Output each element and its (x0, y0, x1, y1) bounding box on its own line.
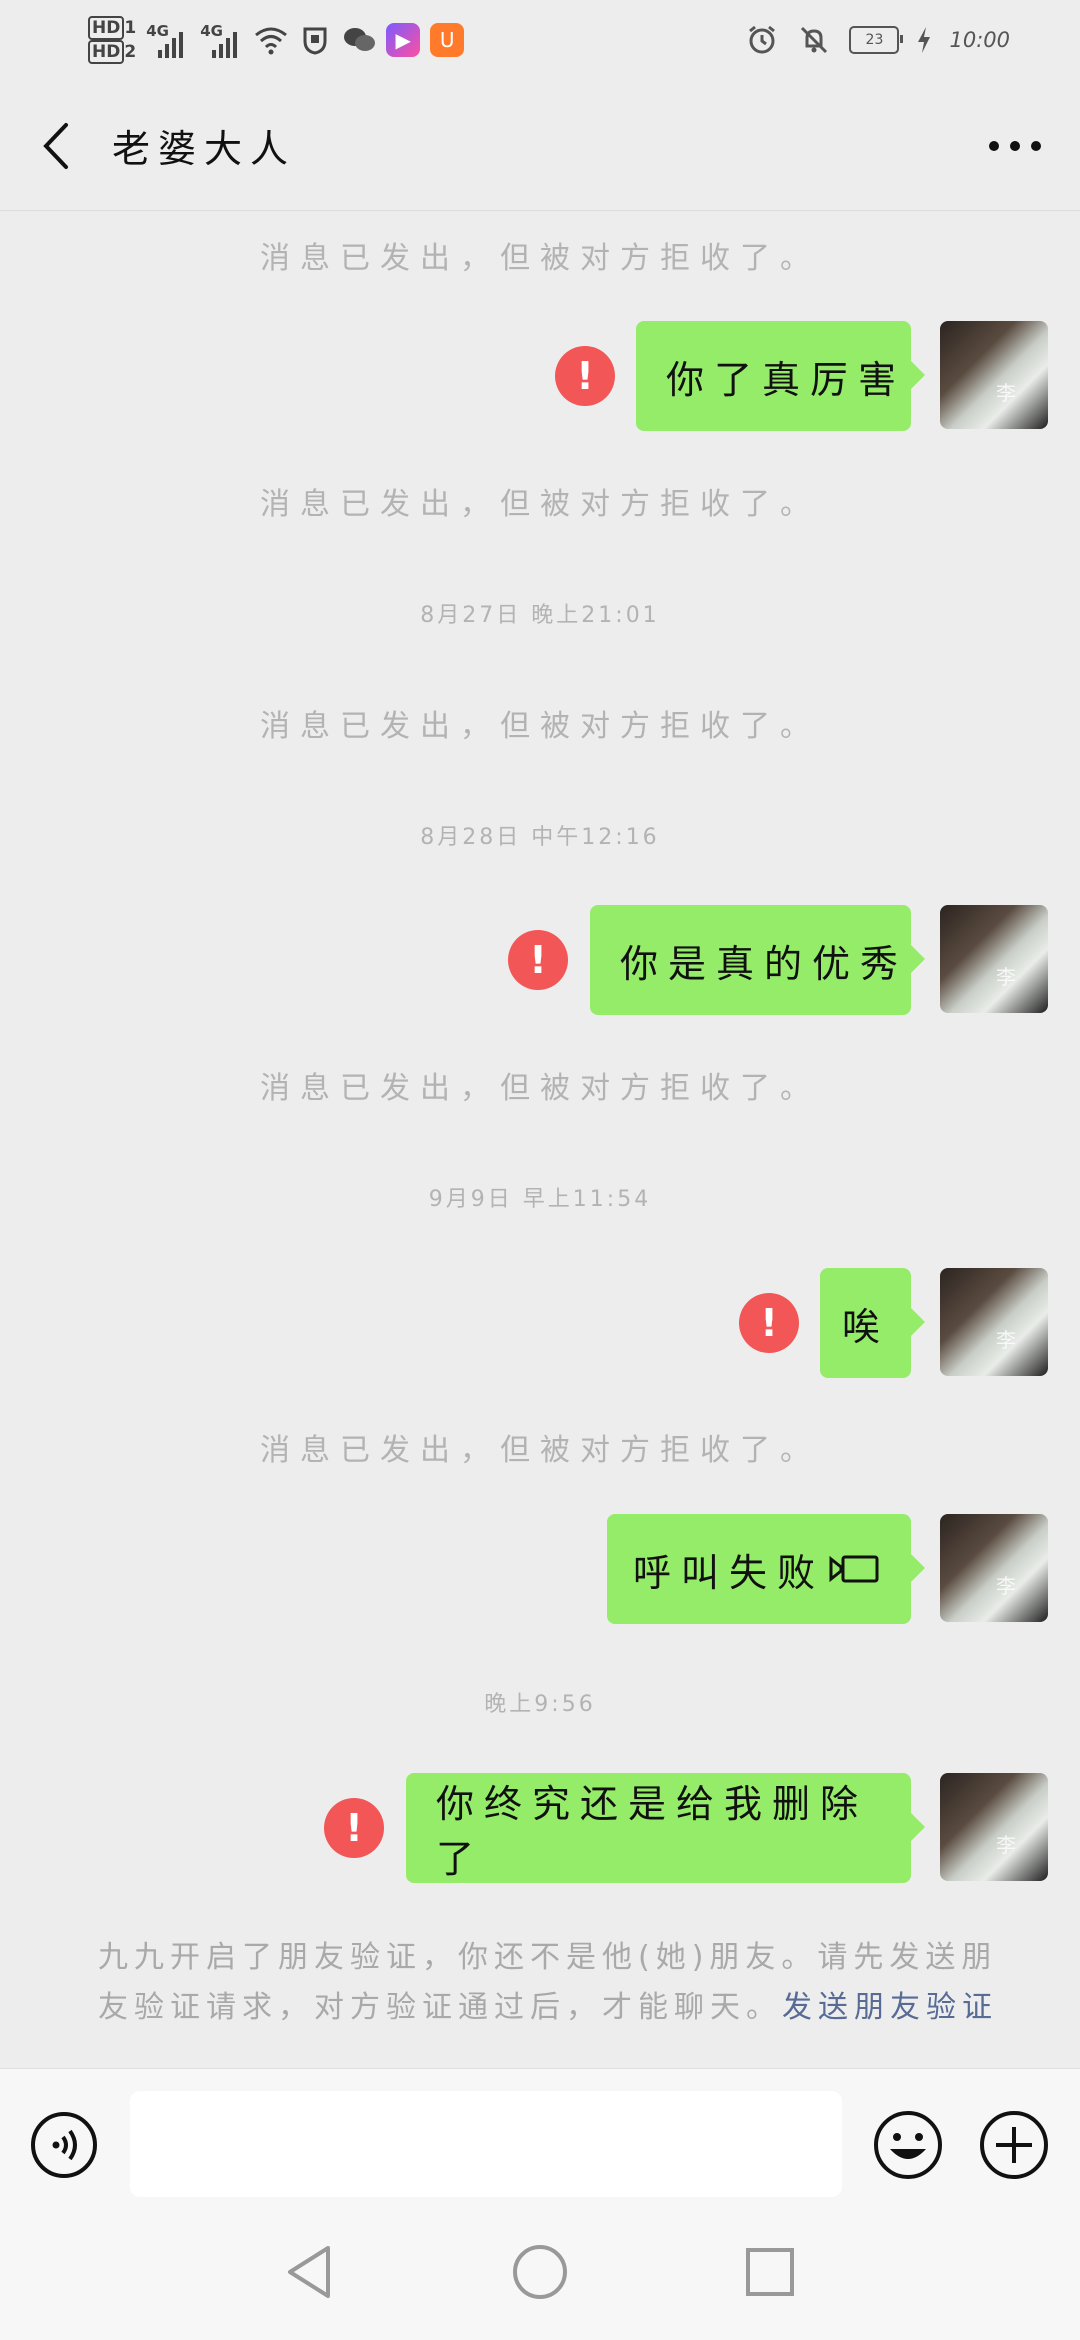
status-left: HD 1 HD 2 4G 4G ▶ U (88, 12, 465, 68)
avatar[interactable]: 李 (940, 1268, 1048, 1376)
message-bubble[interactable]: 你了真厉害 (636, 321, 925, 431)
video-app-icon: ▶ (386, 23, 421, 57)
hd-indicator-2: HD 2 (88, 40, 136, 64)
hd-indicator-1: HD 1 (88, 16, 136, 40)
message-bubble[interactable]: 你是真的优秀 (590, 905, 925, 1015)
page-title: 老婆大人 (112, 127, 297, 171)
voice-button[interactable] (30, 2111, 98, 2179)
system-message: 消息已发出，但被对方拒收了。 (260, 1433, 820, 1468)
friend-verification-notice: 九九开启了朋友验证，你还不是他(她)朋友。请先发送朋友验证请求，对方验证通过后，… (98, 1940, 998, 2025)
time-label: 晚上9:56 (484, 1692, 596, 1717)
send-friend-request-link[interactable]: 发送朋友验证 (782, 1990, 998, 2025)
circle-home-icon (513, 2245, 567, 2299)
time-label: 8月27日 晚上21:01 (420, 603, 660, 628)
emoji-button[interactable] (872, 2109, 944, 2181)
avatar[interactable]: 李 (940, 321, 1048, 429)
triangle-back-icon (288, 2246, 330, 2298)
square-recent-icon (746, 2248, 794, 2296)
time-label: 9月9日 早上11:54 (428, 1187, 652, 1212)
avatar[interactable]: 李 (940, 1773, 1048, 1881)
system-message: 消息已发出，但被对方拒收了。 (260, 241, 820, 276)
chat-area[interactable]: 消息已发出，但被对方拒收了。 ! 你了真厉害 李 消息已发出，但被对方拒收了。 … (0, 211, 1080, 2066)
clock: 10:00 (949, 28, 1010, 52)
send-failed-icon[interactable]: ! (508, 930, 568, 990)
emoji-icon (874, 2111, 942, 2179)
chevron-left-icon (43, 123, 68, 169)
system-message: 消息已发出，但被对方拒收了。 (260, 709, 820, 744)
input-bar (0, 2068, 1080, 2209)
more-dots-icon (989, 141, 1041, 151)
send-failed-icon[interactable]: ! (555, 346, 615, 406)
back-button[interactable] (30, 116, 80, 176)
status-bar: HD 1 HD 2 4G 4G ▶ U 23 10:00 (0, 0, 1080, 80)
message-input[interactable] (130, 2091, 842, 2197)
system-message: 消息已发出，但被对方拒收了。 (260, 1071, 820, 1106)
more-button[interactable] (980, 116, 1050, 176)
plus-icon (980, 2111, 1048, 2179)
status-right: 23 10:00 (745, 18, 1010, 62)
send-failed-icon[interactable]: ! (324, 1798, 384, 1858)
plus-button[interactable] (978, 2109, 1050, 2181)
mute-bell-icon (797, 23, 831, 57)
call-failed-bubble[interactable]: 呼叫失败 (607, 1514, 925, 1624)
charging-icon (917, 23, 931, 57)
nav-home-button[interactable] (510, 2242, 570, 2302)
wechat-icon (342, 23, 376, 57)
avatar[interactable]: 李 (940, 905, 1048, 1013)
voice-icon (31, 2112, 97, 2178)
time-label: 8月28日 中午12:16 (420, 825, 660, 850)
system-message: 消息已发出，但被对方拒收了。 (260, 487, 820, 522)
send-failed-icon[interactable]: ! (739, 1293, 799, 1353)
hd-indicators: HD 1 HD 2 (88, 16, 136, 64)
wifi-icon (254, 23, 288, 57)
nav-back-button[interactable] (280, 2242, 340, 2302)
system-nav-bar (0, 2208, 1080, 2340)
avatar[interactable]: 李 (940, 1514, 1048, 1622)
video-camera-icon (829, 1555, 879, 1583)
message-bubble[interactable]: 你终究还是给我删除了 (406, 1773, 925, 1883)
chat-header: 老婆大人 (0, 80, 1080, 211)
browser-app-icon: U (430, 23, 465, 57)
signal-icon-1: 4G (146, 20, 190, 60)
signal-icon-2: 4G (200, 20, 244, 60)
message-bubble[interactable]: 唉 (820, 1268, 925, 1378)
alarm-icon (745, 23, 779, 57)
nav-recent-button[interactable] (740, 2242, 800, 2302)
shield-app-icon (298, 23, 332, 57)
battery-icon: 23 (849, 26, 904, 54)
